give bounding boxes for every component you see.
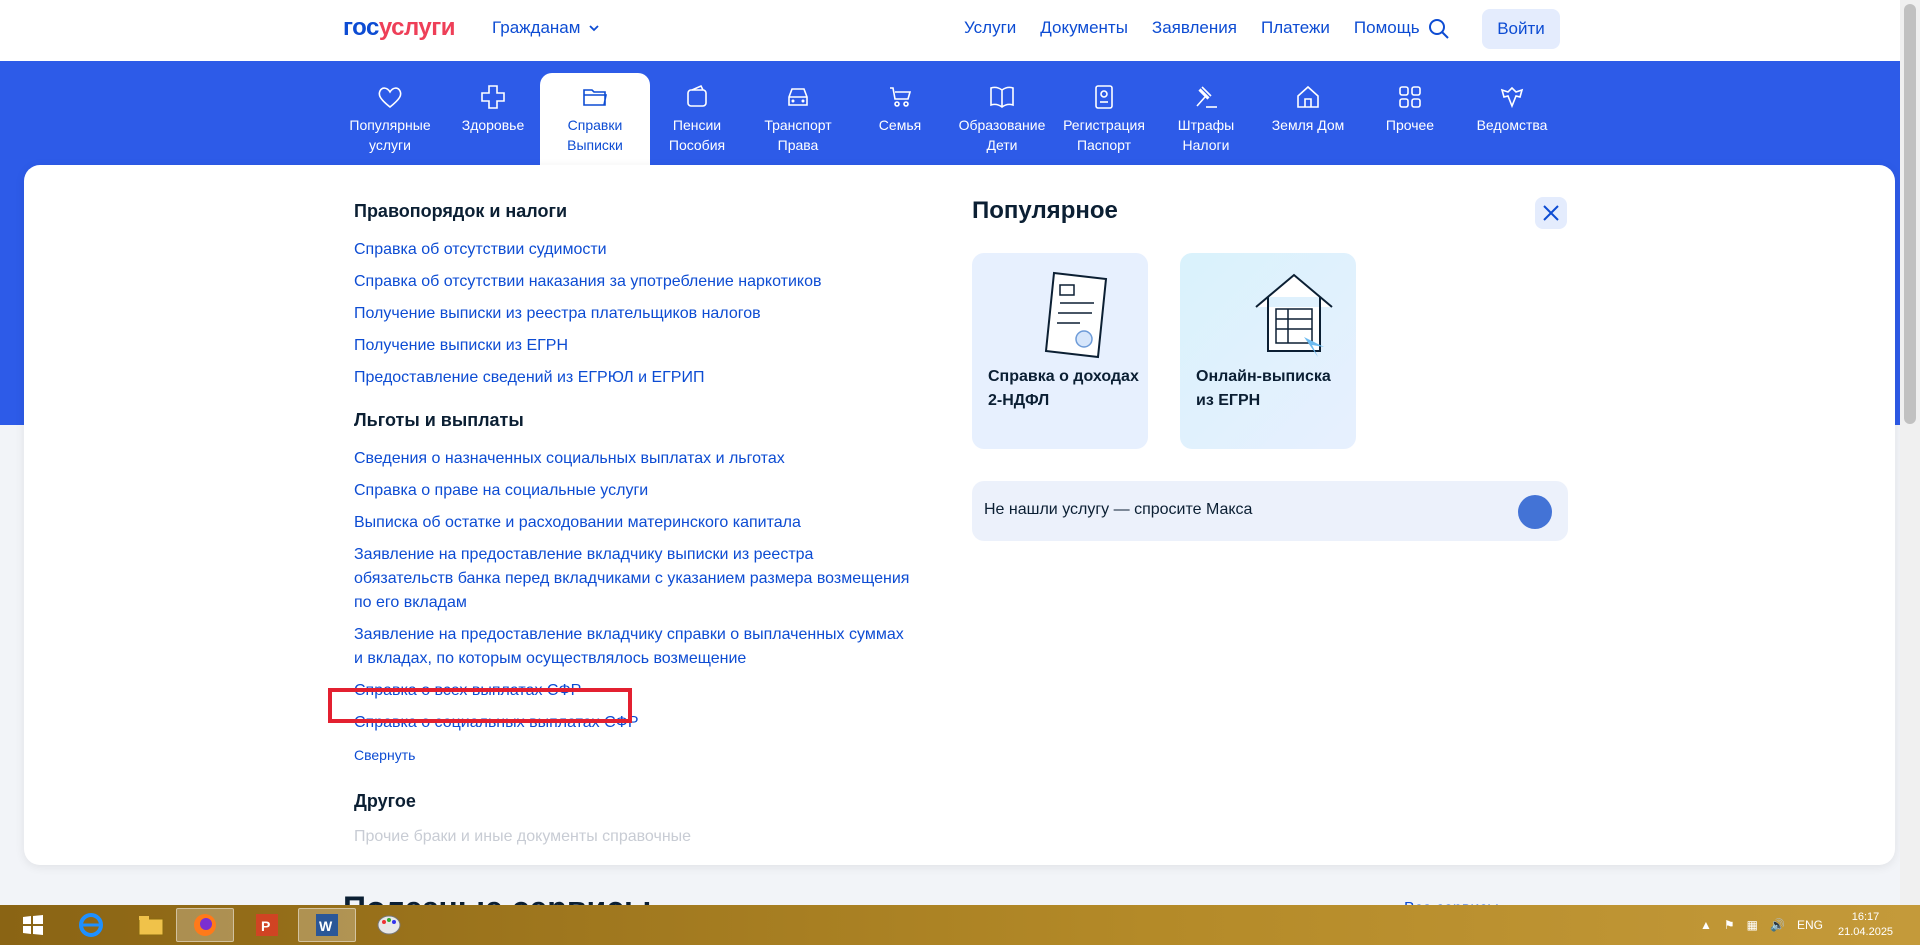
system-tray: ▲ ⚑ ▦ 🔊 ENG	[1700, 905, 1823, 945]
max-avatar-icon	[1518, 495, 1552, 529]
svg-text:W: W	[319, 918, 333, 934]
link-no-criminal-record[interactable]: Справка об отсутствии судимости	[354, 238, 914, 262]
popular-title: Популярное	[972, 197, 1118, 224]
link-social-services-right[interactable]: Справка о праве на социальные услуги	[354, 479, 914, 503]
taskbar-word[interactable]: W	[298, 908, 356, 942]
nav-documents[interactable]: Документы	[1040, 18, 1128, 38]
category-agencies[interactable]: Ведомства	[1457, 73, 1567, 165]
network-icon[interactable]: ▦	[1747, 918, 1758, 932]
nav-payments[interactable]: Платежи	[1261, 18, 1330, 38]
services-list: Правопорядок и налоги Справка об отсутст…	[354, 201, 914, 846]
taskbar-firefox[interactable]	[176, 908, 234, 942]
category-transport[interactable]: Транспорт Права	[743, 73, 853, 165]
category-fines[interactable]: Штрафы Налоги	[1151, 73, 1261, 165]
folder-icon	[138, 916, 164, 936]
faded-item: Прочие браки и иные документы справочные	[354, 828, 692, 845]
category-family[interactable]: Семья	[845, 73, 955, 165]
windows-icon	[23, 915, 43, 935]
firefox-icon	[194, 914, 216, 936]
category-pensions[interactable]: Пенсии Пособия	[642, 73, 752, 165]
start-button[interactable]	[4, 908, 62, 942]
svg-text:P: P	[261, 918, 270, 934]
taskbar-ie[interactable]	[62, 908, 120, 942]
taskbar-paint[interactable]	[360, 908, 418, 942]
link-no-drug-punishment[interactable]: Справка об отсутствии наказания за употр…	[354, 270, 914, 294]
plus-icon	[481, 85, 505, 109]
nav-applications[interactable]: Заявления	[1152, 18, 1237, 38]
clock-date: 21.04.2025	[1838, 926, 1894, 938]
language-indicator[interactable]: ENG	[1797, 918, 1823, 932]
category-education[interactable]: Образование Дети	[947, 73, 1057, 165]
chevron-down-icon	[589, 25, 600, 32]
grid-icon	[1399, 86, 1421, 108]
close-icon	[1543, 205, 1559, 221]
flag-icon[interactable]: ⚑	[1724, 918, 1735, 932]
category-registration[interactable]: Регистрация Паспорт	[1049, 73, 1159, 165]
group-title-other: Другое	[354, 791, 416, 811]
car-icon	[788, 88, 808, 106]
volume-icon[interactable]: 🔊	[1770, 918, 1785, 932]
category-nav: Популярные услуги Здоровье Справки Выписки…	[0, 73, 1900, 165]
folder-icon	[583, 89, 607, 106]
popular-card-income[interactable]: Справка о доходах 2-НДФЛ	[972, 253, 1148, 449]
link-egrn-extract[interactable]: Получение выписки из ЕГРН	[354, 334, 914, 358]
heart-icon	[378, 87, 402, 109]
emblem-icon	[1500, 86, 1524, 109]
clock[interactable]: 16:17 21.04.2025	[1838, 910, 1893, 940]
login-button[interactable]: Войти	[1482, 9, 1560, 49]
category-health[interactable]: Здоровье	[438, 73, 548, 165]
citizens-label: Гражданам	[492, 18, 581, 37]
internet-explorer-icon	[79, 913, 103, 937]
nav-help[interactable]: Помощь	[1354, 18, 1420, 38]
category-certificates[interactable]: Справки Выписки	[540, 73, 650, 165]
close-button[interactable]	[1535, 197, 1567, 229]
book-icon	[990, 86, 1014, 108]
paint-icon	[377, 915, 401, 935]
nav-services[interactable]: Услуги	[964, 18, 1016, 38]
powerpoint-icon: P	[256, 914, 278, 936]
document-icon	[1044, 271, 1108, 359]
collapse-link[interactable]: Свернуть	[354, 747, 914, 763]
popular-card-egrn[interactable]: Онлайн-выписка из ЕГРН	[1180, 253, 1356, 449]
category-land[interactable]: Земля Дом	[1253, 73, 1363, 165]
top-header: госуслуги Гражданам Услуги Документы Зая…	[0, 0, 1900, 61]
house-icon	[1297, 85, 1319, 108]
tray-arrow-icon[interactable]: ▲	[1700, 918, 1712, 932]
highlight-box	[328, 688, 632, 723]
word-icon: W	[316, 914, 338, 936]
top-nav: Услуги Документы Заявления Платежи Помощ…	[964, 18, 1420, 38]
stroller-icon	[890, 87, 912, 107]
clock-time: 16:17	[1851, 911, 1880, 923]
gavel-icon	[1196, 86, 1217, 108]
passport-icon	[1095, 85, 1113, 109]
taskbar-explorer[interactable]	[122, 908, 180, 942]
category-panel: Правопорядок и налоги Справка об отсутст…	[24, 165, 1895, 865]
citizens-dropdown[interactable]: Гражданам	[492, 18, 600, 38]
search-icon[interactable]	[1427, 17, 1451, 41]
category-popular[interactable]: Популярные услуги	[335, 73, 445, 165]
wallet-icon	[687, 84, 707, 107]
taskbar-powerpoint[interactable]: P	[238, 908, 296, 942]
category-other[interactable]: Прочее	[1355, 73, 1465, 165]
link-egrul-egrip[interactable]: Предоставление сведений из ЕГРЮЛ и ЕГРИП	[354, 366, 914, 390]
link-depositor-certificate[interactable]: Заявление на предоставление вкладчику сп…	[354, 623, 914, 671]
link-maternity-capital[interactable]: Выписка об остатке и расходовании матери…	[354, 511, 914, 535]
link-social-payments-info[interactable]: Сведения о назначенных социальных выплат…	[354, 447, 914, 471]
group-title-law: Правопорядок и налоги	[354, 201, 568, 221]
page-scrollbar[interactable]	[1900, 0, 1920, 905]
scrollbar-thumb[interactable]	[1904, 4, 1916, 424]
link-depositor-registry[interactable]: Заявление на предоставление вкладчику вы…	[354, 543, 914, 615]
ask-max-text: Не нашли услугу — спросите Макса	[984, 501, 1253, 518]
taskbar: P W ▲ ⚑ ▦ 🔊 ENG 16:17 21.04.2025	[0, 905, 1920, 945]
gosuslugi-logo[interactable]: госуслуги	[343, 14, 456, 42]
house-document-icon	[1255, 273, 1333, 357]
group-title-benefits: Льготы и выплаты	[354, 410, 524, 430]
link-taxpayer-registry[interactable]: Получение выписки из реестра плательщико…	[354, 302, 914, 326]
ask-max-bar[interactable]: Не нашли услугу — спросите Макса	[972, 481, 1568, 541]
